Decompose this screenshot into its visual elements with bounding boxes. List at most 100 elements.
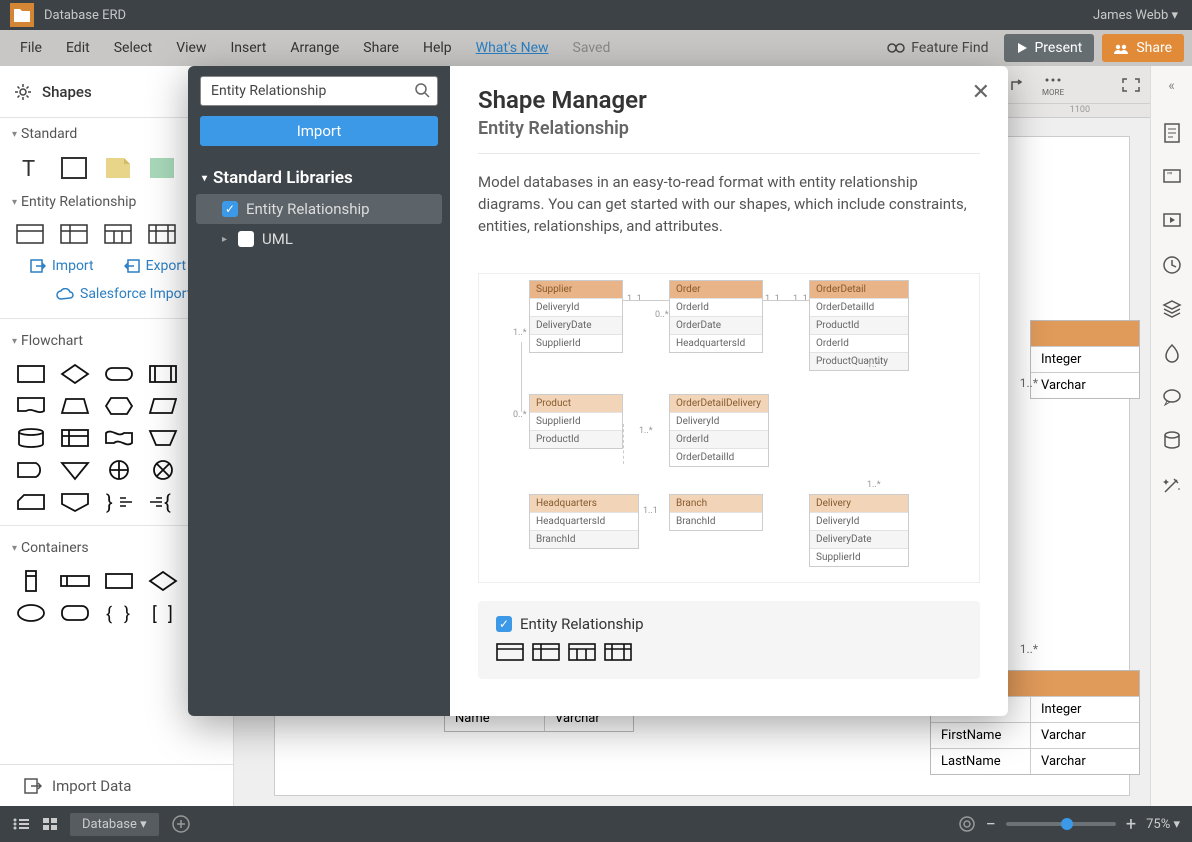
cont-braces[interactable]: {} bbox=[104, 602, 134, 624]
fc-offpage[interactable] bbox=[60, 491, 90, 513]
cont-vsl[interactable] bbox=[16, 570, 46, 592]
er-table-1[interactable]: Integer Varchar bbox=[1030, 320, 1140, 399]
lib-shape-2[interactable] bbox=[532, 643, 560, 661]
fc-cyl[interactable] bbox=[16, 427, 46, 449]
rail-db-icon[interactable] bbox=[1161, 430, 1183, 452]
fc-trap[interactable] bbox=[60, 395, 90, 417]
add-page-icon[interactable] bbox=[171, 814, 191, 834]
menu-file[interactable]: File bbox=[8, 34, 54, 62]
share-button[interactable]: Share bbox=[1102, 34, 1184, 62]
rail-layers-icon[interactable] bbox=[1161, 298, 1183, 320]
modal-sidebar: Import ▾Standard Libraries Entity Relati… bbox=[188, 66, 450, 716]
fc-terminator[interactable] bbox=[104, 363, 134, 385]
import-link[interactable]: Import bbox=[30, 258, 94, 274]
menu-arrange[interactable]: Arrange bbox=[278, 34, 351, 62]
toolbar-more[interactable]: MORE bbox=[1042, 73, 1064, 97]
gear-icon bbox=[14, 83, 32, 101]
lib-shape-4[interactable] bbox=[604, 643, 632, 661]
text-tool[interactable]: T bbox=[16, 156, 44, 180]
fc-rect[interactable] bbox=[16, 363, 46, 385]
rail-chat-icon[interactable] bbox=[1161, 386, 1183, 408]
t2-r2b: Varchar bbox=[1031, 748, 1139, 774]
collapse-rail-icon[interactable]: « bbox=[1168, 78, 1175, 94]
shape-search-input[interactable] bbox=[200, 76, 438, 106]
toolbar-more-label: MORE bbox=[1042, 88, 1064, 97]
checkbox-off-icon[interactable] bbox=[238, 231, 254, 247]
tree-item-entity-relationship[interactable]: Entity Relationship bbox=[196, 194, 442, 224]
fc-predef[interactable] bbox=[148, 363, 178, 385]
er-shape-1[interactable] bbox=[16, 224, 44, 244]
lib-shape-3[interactable] bbox=[568, 643, 596, 661]
checkbox-on-icon[interactable] bbox=[222, 201, 238, 217]
rail-paint-icon[interactable] bbox=[1161, 342, 1183, 364]
rail-magic-icon[interactable] bbox=[1161, 474, 1183, 496]
fc-brace-l[interactable]: { bbox=[148, 491, 178, 513]
fc-doc[interactable] bbox=[16, 395, 46, 417]
close-button[interactable]: ✕ bbox=[972, 80, 990, 105]
menu-whats-new[interactable]: What's New bbox=[464, 34, 561, 62]
menu-help[interactable]: Help bbox=[411, 34, 464, 62]
note-shape[interactable] bbox=[104, 156, 132, 180]
import-data-button[interactable]: Import Data bbox=[0, 764, 233, 806]
cont-round[interactable] bbox=[60, 602, 90, 624]
document-title[interactable]: Database ERD bbox=[44, 8, 126, 23]
toolbar-arrow[interactable] bbox=[1010, 78, 1028, 92]
page-tab[interactable]: Database ▾ bbox=[70, 813, 159, 836]
rail-present-icon[interactable] bbox=[1161, 210, 1183, 232]
lib-shape-1[interactable] bbox=[496, 643, 524, 661]
tree-item-label: UML bbox=[262, 230, 293, 248]
modal-import-button[interactable]: Import bbox=[200, 116, 438, 146]
feature-find[interactable]: Feature Find bbox=[879, 36, 996, 60]
fc-sum[interactable] bbox=[148, 459, 178, 481]
fc-brace-r[interactable]: } bbox=[104, 491, 134, 513]
fc-manop[interactable] bbox=[148, 427, 178, 449]
zoom-in-button[interactable]: + bbox=[1126, 814, 1136, 835]
fc-intstore[interactable] bbox=[60, 427, 90, 449]
lib-block-label: Entity Relationship bbox=[520, 615, 644, 633]
er-shape-2[interactable] bbox=[60, 224, 88, 244]
import-label: Import bbox=[52, 258, 94, 274]
cont-brackets[interactable]: [] bbox=[148, 602, 178, 624]
cont-hsl[interactable] bbox=[60, 570, 90, 592]
fullscreen-button[interactable] bbox=[1122, 78, 1140, 92]
zoom-slider[interactable] bbox=[1006, 822, 1116, 826]
menu-edit[interactable]: Edit bbox=[54, 34, 102, 62]
menu-view[interactable]: View bbox=[164, 34, 218, 62]
grid-view-icon[interactable] bbox=[42, 817, 58, 831]
fc-diamond[interactable] bbox=[60, 363, 90, 385]
svg-text:]: ] bbox=[168, 604, 173, 624]
er-shape-3[interactable] bbox=[104, 224, 132, 244]
lib-checkbox-icon[interactable] bbox=[496, 616, 512, 632]
export-link[interactable]: Export bbox=[124, 258, 186, 274]
list-view-icon[interactable] bbox=[12, 817, 30, 831]
present-button[interactable]: Present bbox=[1004, 34, 1094, 62]
hotspot-shape[interactable] bbox=[148, 156, 176, 180]
tree-group-standard[interactable]: ▾Standard Libraries bbox=[188, 162, 450, 194]
fc-para[interactable] bbox=[148, 395, 178, 417]
target-icon[interactable] bbox=[958, 815, 976, 833]
zoom-out-button[interactable]: − bbox=[986, 814, 996, 835]
rectangle-shape[interactable] bbox=[60, 156, 88, 180]
er-shape-4[interactable] bbox=[148, 224, 176, 244]
fc-tri[interactable] bbox=[60, 459, 90, 481]
fc-or[interactable] bbox=[104, 459, 134, 481]
fc-hex[interactable] bbox=[104, 395, 134, 417]
cont-ellipse[interactable] bbox=[16, 602, 46, 624]
user-menu[interactable]: James Webb ▾ bbox=[1093, 8, 1192, 23]
rail-comment-icon[interactable]: "" bbox=[1161, 166, 1183, 188]
modal-content: ✕ Shape Manager Entity Relationship Mode… bbox=[450, 66, 1008, 716]
menu-share[interactable]: Share bbox=[351, 34, 411, 62]
zoom-percent[interactable]: 75% ▾ bbox=[1146, 817, 1180, 832]
cont-rect[interactable] bbox=[104, 570, 134, 592]
modal-title: Shape Manager bbox=[478, 86, 980, 114]
menu-insert[interactable]: Insert bbox=[218, 34, 278, 62]
fc-delay[interactable] bbox=[16, 459, 46, 481]
svg-text:"": "" bbox=[1167, 172, 1172, 182]
tree-item-uml[interactable]: ▸ UML bbox=[188, 224, 450, 254]
rail-page-icon[interactable] bbox=[1161, 122, 1183, 144]
menu-select[interactable]: Select bbox=[102, 34, 164, 62]
cont-diam[interactable] bbox=[148, 570, 178, 592]
fc-card[interactable] bbox=[16, 491, 46, 513]
fc-tape[interactable] bbox=[104, 427, 134, 449]
rail-history-icon[interactable] bbox=[1161, 254, 1183, 276]
